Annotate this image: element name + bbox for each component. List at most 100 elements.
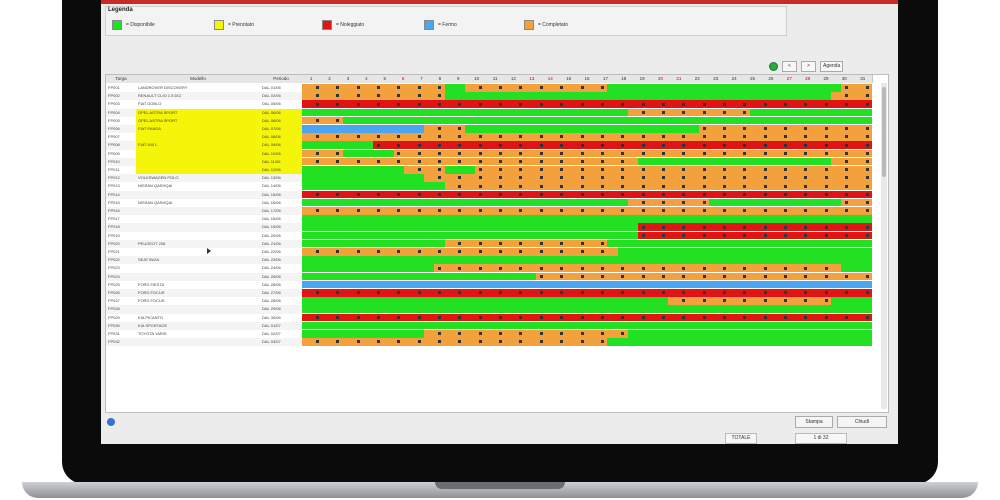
booking-cell-avail[interactable]	[566, 223, 578, 231]
booking-cell-part[interactable]	[525, 264, 537, 272]
booking-cell-part[interactable]	[668, 108, 679, 117]
booking-cell-avail[interactable]	[617, 223, 628, 231]
booking-cell-avail[interactable]	[841, 330, 852, 338]
booking-cell-avail[interactable]	[607, 239, 618, 248]
booking-cell-part[interactable]	[403, 92, 415, 100]
booking-cell-part[interactable]	[383, 157, 394, 166]
booking-cell-avail[interactable]	[505, 297, 517, 305]
booking-cell-part[interactable]	[312, 248, 323, 256]
booking-cell-part[interactable]	[312, 149, 323, 158]
booking-cell-part[interactable]	[434, 92, 445, 100]
booking-cell-part[interactable]	[627, 149, 639, 158]
booking-cell-part[interactable]	[424, 92, 435, 100]
booking-cell-rent[interactable]	[739, 289, 751, 297]
booking-cell-part[interactable]	[566, 84, 578, 92]
booking-cell-avail[interactable]	[739, 330, 751, 338]
booking-cell-part[interactable]	[444, 174, 455, 182]
booking-cell-part[interactable]	[393, 207, 405, 215]
row-period[interactable]: DAL 14/06	[260, 182, 302, 191]
booking-cell-part[interactable]	[780, 182, 791, 190]
booking-cell-avail[interactable]	[525, 272, 537, 281]
booking-cell-avail[interactable]	[780, 92, 791, 100]
booking-cell-avail[interactable]	[536, 92, 547, 100]
booking-cell-avail[interactable]	[322, 141, 333, 149]
booking-cell-avail[interactable]	[831, 84, 842, 92]
booking-cell-part[interactable]	[617, 182, 628, 190]
booking-cell-avail[interactable]	[597, 125, 608, 133]
booking-cell-part[interactable]	[546, 182, 557, 190]
booking-cell-avail[interactable]	[464, 215, 476, 223]
booking-cell-avail[interactable]	[566, 108, 578, 117]
booking-cell-avail[interactable]	[587, 256, 598, 264]
booking-cell-part[interactable]	[770, 182, 781, 190]
booking-cell-avail[interactable]	[536, 108, 547, 117]
booking-cell-part[interactable]	[790, 149, 802, 158]
booking-cell-part[interactable]	[597, 182, 608, 190]
booking-cell-part[interactable]	[454, 125, 466, 133]
booking-cell-avail[interactable]	[413, 264, 425, 272]
booking-cell-avail[interactable]	[770, 338, 781, 346]
booking-cell-avail[interactable]	[607, 297, 618, 305]
booking-cell-avail[interactable]	[709, 157, 720, 166]
booking-cell-avail[interactable]	[800, 198, 812, 207]
booking-cell-avail[interactable]	[383, 215, 394, 223]
booking-cell-part[interactable]	[403, 157, 415, 166]
day-header[interactable]: 18	[614, 75, 634, 83]
booking-cell-part[interactable]	[464, 330, 476, 338]
booking-cell-block[interactable]	[444, 280, 455, 289]
booking-cell-part[interactable]	[495, 338, 506, 346]
booking-cell-part[interactable]	[709, 149, 720, 158]
row-model[interactable]: LANDROVER DISCOVERY	[136, 84, 260, 93]
booking-cell-part[interactable]	[709, 264, 720, 272]
booking-cell-avail[interactable]	[831, 305, 842, 313]
booking-cell-avail[interactable]	[352, 330, 364, 338]
booking-cell-rent[interactable]	[413, 100, 425, 108]
booking-cell-avail[interactable]	[322, 166, 333, 174]
booking-cell-rent[interactable]	[505, 289, 517, 297]
row-plate[interactable]: FP017	[106, 215, 136, 224]
booking-cell-avail[interactable]	[536, 125, 547, 133]
booking-cell-part[interactable]	[495, 157, 506, 166]
booking-cell-avail[interactable]	[515, 198, 527, 207]
next-button[interactable]: >	[801, 60, 816, 72]
booking-cell-rent[interactable]	[780, 231, 791, 240]
booking-cell-rent[interactable]	[841, 141, 852, 149]
booking-cell-avail[interactable]	[566, 297, 578, 305]
booking-cell-avail[interactable]	[790, 321, 802, 330]
booking-cell-part[interactable]	[841, 166, 852, 174]
booking-cell-part[interactable]	[444, 248, 455, 256]
booking-cell-avail[interactable]	[342, 297, 354, 305]
booking-cell-part[interactable]	[851, 198, 863, 207]
booking-cell-avail[interactable]	[760, 305, 771, 313]
booking-cell-part[interactable]	[373, 133, 384, 141]
booking-cell-part[interactable]	[719, 297, 730, 305]
booking-cell-avail[interactable]	[393, 256, 405, 264]
booking-cell-part[interactable]	[698, 182, 710, 190]
booking-cell-avail[interactable]	[434, 239, 445, 248]
booking-cell-avail[interactable]	[332, 141, 343, 149]
booking-cell-avail[interactable]	[342, 305, 354, 313]
booking-cell-part[interactable]	[597, 239, 608, 248]
booking-cell-avail[interactable]	[831, 338, 842, 346]
booking-cell-avail[interactable]	[800, 239, 812, 248]
booking-cell-avail[interactable]	[597, 297, 608, 305]
booking-cell-part[interactable]	[821, 207, 832, 215]
booking-cell-rent[interactable]	[637, 313, 649, 322]
row-period[interactable]: DAL 08/06	[260, 133, 302, 142]
booking-cell-avail[interactable]	[525, 256, 537, 264]
booking-cell-block[interactable]	[851, 280, 863, 289]
booking-cell-part[interactable]	[790, 272, 802, 281]
booking-cell-part[interactable]	[698, 125, 710, 133]
row-model[interactable]: FIAT 500 L	[136, 141, 260, 150]
booking-cell-rent[interactable]	[749, 141, 761, 149]
booking-cell-block[interactable]	[373, 280, 384, 289]
booking-cell-part[interactable]	[475, 157, 486, 166]
booking-cell-avail[interactable]	[760, 321, 771, 330]
booking-cell-rent[interactable]	[749, 223, 761, 231]
booking-cell-part[interactable]	[515, 149, 527, 158]
booking-cell-rent[interactable]	[556, 190, 567, 199]
booking-cell-rent[interactable]	[729, 313, 740, 322]
booking-cell-avail[interactable]	[821, 338, 832, 346]
booking-cell-avail[interactable]	[454, 108, 466, 117]
booking-cell-avail[interactable]	[485, 92, 496, 100]
